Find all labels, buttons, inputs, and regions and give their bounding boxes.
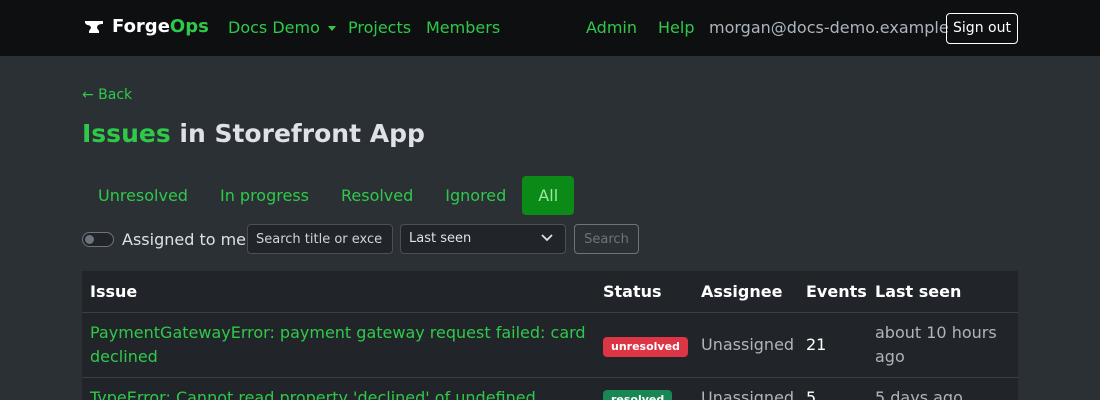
table-row[interactable]: PaymentGatewayError: payment gateway req…: [82, 312, 1018, 378]
brand-name-ops: Ops: [169, 16, 209, 37]
tab-all[interactable]: All: [522, 176, 575, 215]
tab-in-progress[interactable]: In progress: [204, 176, 325, 215]
org-dropdown[interactable]: Docs Demo: [228, 18, 336, 37]
status-cell: resolved: [595, 377, 693, 400]
assignee-cell: Unassigned: [693, 377, 798, 400]
status-badge: unresolved: [603, 336, 688, 357]
col-header-status[interactable]: Status: [595, 271, 693, 313]
col-header-assignee[interactable]: Assignee: [693, 271, 798, 313]
filter-bar: Assigned to me Last seen Search: [82, 224, 642, 254]
search-input[interactable]: [247, 224, 393, 254]
tab-unresolved[interactable]: Unresolved: [82, 176, 204, 215]
col-header-last-seen[interactable]: Last seen: [867, 271, 1018, 313]
tab-resolved[interactable]: Resolved: [325, 176, 429, 215]
nav-projects-link[interactable]: Projects: [348, 18, 411, 37]
assignee-cell: Unassigned: [693, 312, 798, 378]
brand-logo[interactable]: Forge Ops: [84, 16, 209, 37]
col-header-events[interactable]: Events: [798, 271, 867, 313]
events-cell: 21: [798, 312, 867, 378]
sign-out-button[interactable]: Sign out: [946, 13, 1018, 44]
nav-help-link[interactable]: Help: [658, 18, 694, 37]
events-cell: 5: [798, 377, 867, 400]
last-seen-cell: 5 days ago: [867, 377, 1018, 400]
page-title-project: in Storefront App: [170, 119, 425, 148]
issue-link[interactable]: TypeError: Cannot read property 'decline…: [90, 388, 536, 400]
toggle-knob: [85, 235, 94, 244]
issues-table: Issue Status Assignee Events Last seen P…: [82, 271, 1018, 400]
issue-cell: TypeError: Cannot read property 'decline…: [82, 377, 595, 400]
assigned-to-me-toggle[interactable]: [82, 232, 114, 247]
status-badge: resolved: [603, 389, 673, 400]
table-row[interactable]: TypeError: Cannot read property 'decline…: [82, 377, 1018, 400]
issue-link[interactable]: PaymentGatewayError: payment gateway req…: [90, 323, 586, 366]
last-seen-cell: about 10 hours ago: [867, 312, 1018, 378]
anvil-icon: [85, 20, 103, 33]
nav-admin-link[interactable]: Admin: [586, 18, 637, 37]
org-dropdown-label: Docs Demo: [228, 18, 320, 37]
sort-select[interactable]: Last seen: [400, 224, 566, 254]
table-header-row: Issue Status Assignee Events Last seen: [82, 271, 1018, 313]
assigned-to-me-label: Assigned to me: [122, 230, 247, 249]
back-link[interactable]: ← Back: [82, 87, 132, 103]
chevron-down-icon: [541, 234, 553, 242]
page-title: Issues in Storefront App: [82, 119, 425, 148]
nav-members-link[interactable]: Members: [426, 18, 500, 37]
page-title-highlight: Issues: [82, 119, 171, 148]
col-header-issue[interactable]: Issue: [82, 271, 595, 313]
chevron-down-icon: [327, 26, 336, 31]
status-tabs: Unresolved In progress Resolved Ignored …: [82, 176, 575, 215]
search-button[interactable]: Search: [574, 224, 639, 254]
user-email: morgan@docs-demo.example: [709, 18, 949, 37]
top-navbar: Forge Ops Docs Demo Projects Members Admi…: [0, 0, 1100, 56]
tab-ignored[interactable]: Ignored: [429, 176, 522, 215]
sort-select-value: Last seen: [409, 231, 472, 246]
status-cell: unresolved: [595, 312, 693, 378]
issue-cell: PaymentGatewayError: payment gateway req…: [82, 312, 595, 378]
brand-name-forge: Forge: [112, 16, 170, 37]
